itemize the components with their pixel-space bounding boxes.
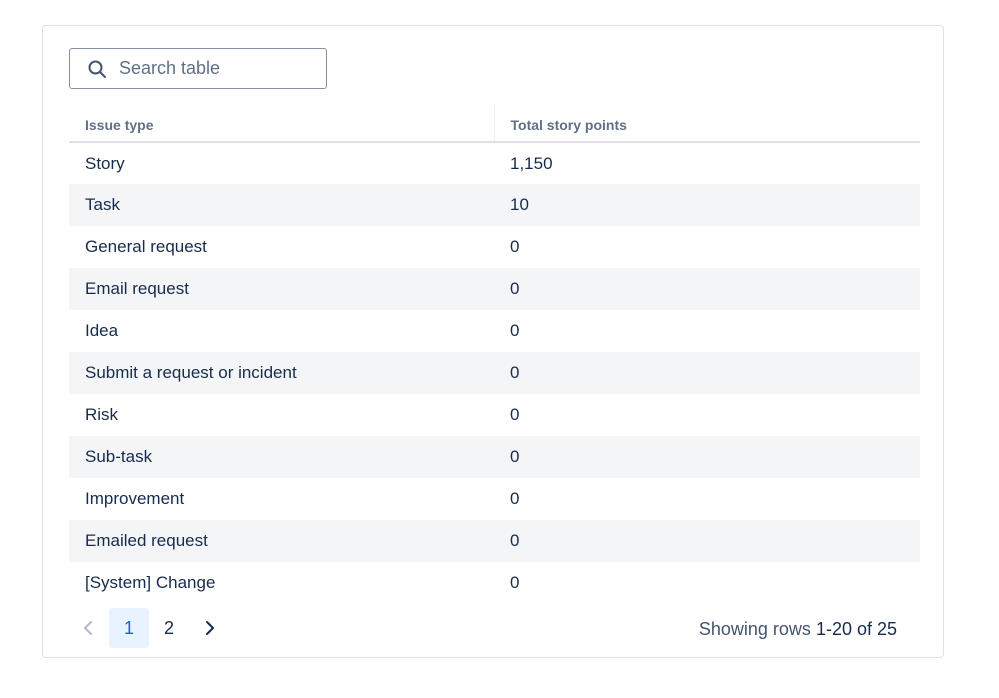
search-box[interactable] xyxy=(69,48,327,89)
chevron-left-icon xyxy=(84,621,92,635)
table-row: Sub-task 0 xyxy=(69,436,920,478)
story-points-cell: 0 xyxy=(494,436,920,478)
story-points-cell: 0 xyxy=(510,489,520,508)
issue-type-cell: Idea xyxy=(85,321,119,340)
table-row: [System] Change 0 xyxy=(69,562,920,604)
table-row: Task 10 xyxy=(69,184,920,226)
table-row: Idea 0 xyxy=(69,310,920,352)
story-points-cell: 0 xyxy=(510,405,520,424)
table-header-row: Issue type Total story points xyxy=(69,104,920,143)
column-header-total-story-points[interactable]: Total story points xyxy=(494,104,920,143)
issue-type-cell: Email request xyxy=(69,268,494,310)
issue-type-cell: General request xyxy=(85,237,207,256)
issue-type-cell: Sub-task xyxy=(69,436,494,478)
next-page-button[interactable] xyxy=(189,608,229,648)
status-prefix: Showing rows xyxy=(698,619,811,639)
table-card: Issue type Total story points Story 1,15… xyxy=(42,25,944,658)
column-header-issue-type[interactable]: Issue type xyxy=(69,104,495,143)
search-input[interactable] xyxy=(119,58,309,79)
chevron-right-icon xyxy=(206,621,214,635)
table-row: Story 1,150 xyxy=(69,142,920,184)
previous-page-button[interactable] xyxy=(69,608,109,648)
row-count-status: Showing rows 1-20 of 25 xyxy=(699,619,897,640)
search-icon xyxy=(87,59,107,79)
story-points-cell: 0 xyxy=(510,573,520,592)
issue-type-cell: [System] Change xyxy=(85,573,216,592)
story-points-cell: 1,150 xyxy=(510,153,553,173)
issue-type-cell: Improvement xyxy=(85,489,185,508)
status-range: 1-20 of 25 xyxy=(815,619,897,639)
issue-type-cell: Submit a request or incident xyxy=(69,352,494,394)
pagination: 1 2 xyxy=(69,608,229,648)
table-row: Emailed request 0 xyxy=(69,520,920,562)
story-points-cell: 10 xyxy=(494,184,920,226)
table-row: Risk 0 xyxy=(69,394,920,436)
story-points-cell: 0 xyxy=(494,520,920,562)
story-points-cell: 0 xyxy=(510,237,520,256)
story-points-cell: 0 xyxy=(494,352,920,394)
data-table: Issue type Total story points Story 1,15… xyxy=(69,104,920,604)
story-points-cell: 0 xyxy=(494,268,920,310)
story-points-cell: 0 xyxy=(510,321,520,340)
issue-type-cell: Story xyxy=(85,153,125,173)
table-row: General request 0 xyxy=(69,226,920,268)
table-row: Submit a request or incident 0 xyxy=(69,352,920,394)
table-row: Improvement 0 xyxy=(69,478,920,520)
page-button-1[interactable]: 1 xyxy=(109,608,149,648)
issue-type-cell: Task xyxy=(69,184,494,226)
issue-type-cell: Emailed request xyxy=(69,520,494,562)
table-row: Email request 0 xyxy=(69,268,920,310)
issue-type-cell: Risk xyxy=(85,405,119,424)
page-button-2[interactable]: 2 xyxy=(149,608,189,648)
